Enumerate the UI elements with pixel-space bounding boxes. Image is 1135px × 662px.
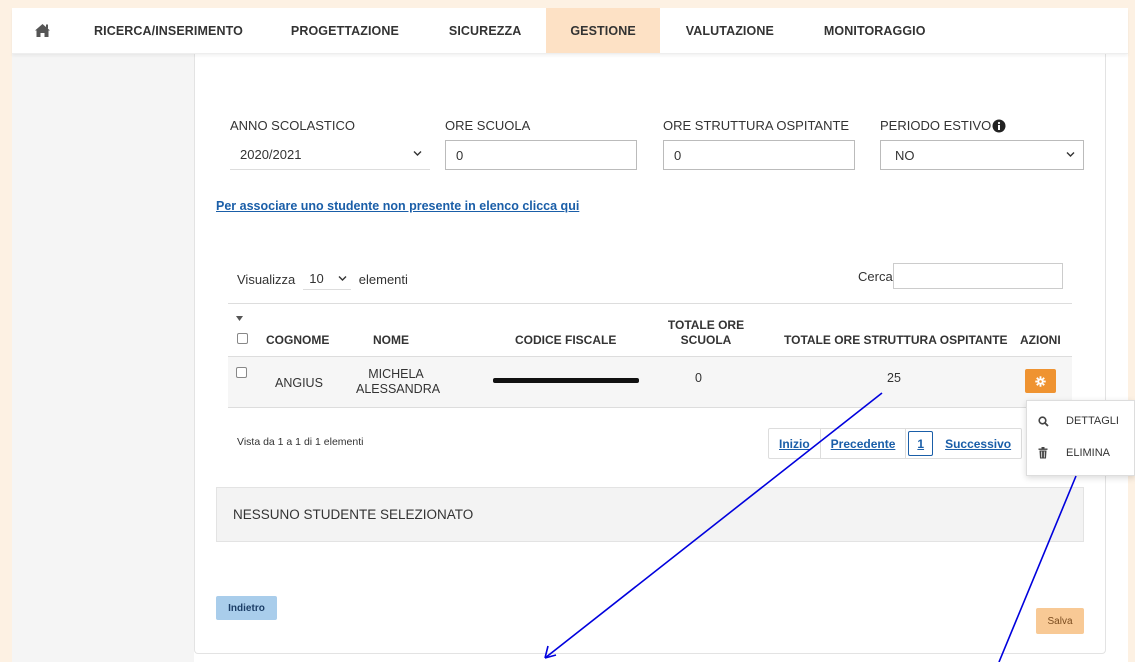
cell-nome: MICHELA ALESSANDRA <box>356 367 441 397</box>
row-checkbox[interactable] <box>236 367 247 378</box>
table-row <box>228 356 1072 408</box>
periodo-estivo-label-group: PERIODO ESTIVO <box>880 118 1006 133</box>
nav-tab-sicurezza[interactable]: SICUREZZA <box>424 8 546 53</box>
nav-tab-progettazione[interactable]: PROGETTAZIONE <box>267 8 424 53</box>
sort-caret-icon[interactable] <box>236 316 243 321</box>
page-first[interactable]: Inizio <box>769 429 821 458</box>
selection-status-text: NESSUNO STUDENTE SELEZIONATO <box>233 507 474 522</box>
header-totale-ore-scuola-line2: SCUOLA <box>680 333 732 347</box>
nav-tab-ricerca[interactable]: RICERCA/INSERIMENTO <box>72 8 267 53</box>
back-button[interactable]: Indietro <box>216 596 277 620</box>
nav-tab-valutazione[interactable]: VALUTAZIONE <box>660 8 799 53</box>
pagination: Inizio Precedente 1 Successivo <box>768 428 1023 459</box>
associate-student-link[interactable]: Per associare uno studente non presente … <box>216 199 579 213</box>
table-info: Vista da 1 a 1 di 1 elementi <box>237 436 364 448</box>
page-current[interactable]: 1 <box>908 431 934 456</box>
search-label: Cerca: <box>858 269 897 284</box>
anno-scolastico-select[interactable]: 2020/2021 <box>230 140 430 170</box>
cell-codice-fiscale-redacted <box>493 378 639 383</box>
chevron-down-icon <box>338 276 347 281</box>
chevron-down-icon <box>1066 152 1075 157</box>
table-header-divider <box>228 303 1072 304</box>
cell-nome-line1: MICHELA <box>368 367 424 381</box>
periodo-estivo-value: NO <box>895 147 915 163</box>
gear-icon <box>1035 375 1046 387</box>
ore-struttura-input[interactable]: 0 <box>663 140 855 170</box>
page-length-value: 10 <box>309 271 324 286</box>
anno-scolastico-label: ANNO SCOLASTICO <box>230 118 355 133</box>
menu-item-dettagli-label: DETTAGLI <box>1066 415 1119 427</box>
menu-item-elimina-label: ELIMINA <box>1066 447 1111 459</box>
page-length-select[interactable]: 10 <box>303 268 351 290</box>
header-totale-ore-struttura[interactable]: TOTALE ORE STRUTTURA OSPITANTE <box>784 333 1008 348</box>
top-navigation: RICERCA/INSERIMENTO PROGETTAZIONE SICURE… <box>12 8 1128 54</box>
cell-totale-ore-scuola: 0 <box>695 371 702 385</box>
ore-scuola-input[interactable]: 0 <box>445 140 637 170</box>
nav-tab-monitoraggio[interactable]: MONITORAGGIO <box>799 8 951 53</box>
nav-home[interactable] <box>12 8 72 53</box>
chevron-down-icon <box>413 151 422 156</box>
ore-scuola-value: 0 <box>456 147 464 163</box>
page-prev[interactable]: Precedente <box>821 429 907 458</box>
save-button[interactable]: Salva <box>1036 608 1084 634</box>
selection-status-panel: NESSUNO STUDENTE SELEZIONATO <box>216 487 1084 542</box>
row-actions-button[interactable] <box>1025 369 1056 393</box>
show-suffix: elementi <box>358 271 408 287</box>
left-sidebar <box>12 54 194 662</box>
trash-icon <box>1038 447 1048 459</box>
anno-scolastico-value: 2020/2021 <box>240 147 302 162</box>
ore-struttura-label: ORE STRUTTURA OSPITANTE <box>663 118 850 133</box>
ore-scuola-label: ORE SCUOLA <box>445 118 531 133</box>
cell-nome-line2: ALESSANDRA <box>356 382 441 396</box>
header-nome[interactable]: NOME <box>373 333 409 348</box>
info-icon[interactable] <box>992 119 1006 133</box>
home-icon <box>34 24 50 37</box>
header-totale-ore-scuola[interactable]: TOTALE ORE SCUOLA <box>666 318 746 348</box>
page-length-control: Visualizza 10 elementi <box>237 268 408 290</box>
cell-totale-ore-struttura: 25 <box>887 371 901 385</box>
show-prefix: Visualizza <box>237 271 296 287</box>
page-next[interactable]: Successivo <box>935 429 1021 458</box>
cell-cognome: ANGIUS <box>275 376 323 390</box>
search-icon <box>1037 415 1049 427</box>
menu-item-elimina[interactable]: ELIMINA <box>1027 438 1135 468</box>
select-all-checkbox[interactable] <box>237 333 248 344</box>
actions-dropdown-menu: DETTAGLI ELIMINA <box>1026 400 1135 476</box>
periodo-estivo-label: PERIODO ESTIVO <box>880 118 992 133</box>
header-cognome[interactable]: COGNOME <box>266 333 329 348</box>
ore-struttura-value: 0 <box>674 147 682 163</box>
menu-item-dettagli[interactable]: DETTAGLI <box>1027 406 1135 436</box>
periodo-estivo-select[interactable]: NO <box>880 140 1084 170</box>
nav-tab-gestione[interactable]: GESTIONE <box>546 8 660 53</box>
header-azioni: AZIONI <box>1020 333 1061 347</box>
header-totale-ore-scuola-line1: TOTALE ORE <box>667 318 745 332</box>
search-input[interactable] <box>893 263 1063 289</box>
header-codice-fiscale[interactable]: CODICE FISCALE <box>515 333 616 348</box>
